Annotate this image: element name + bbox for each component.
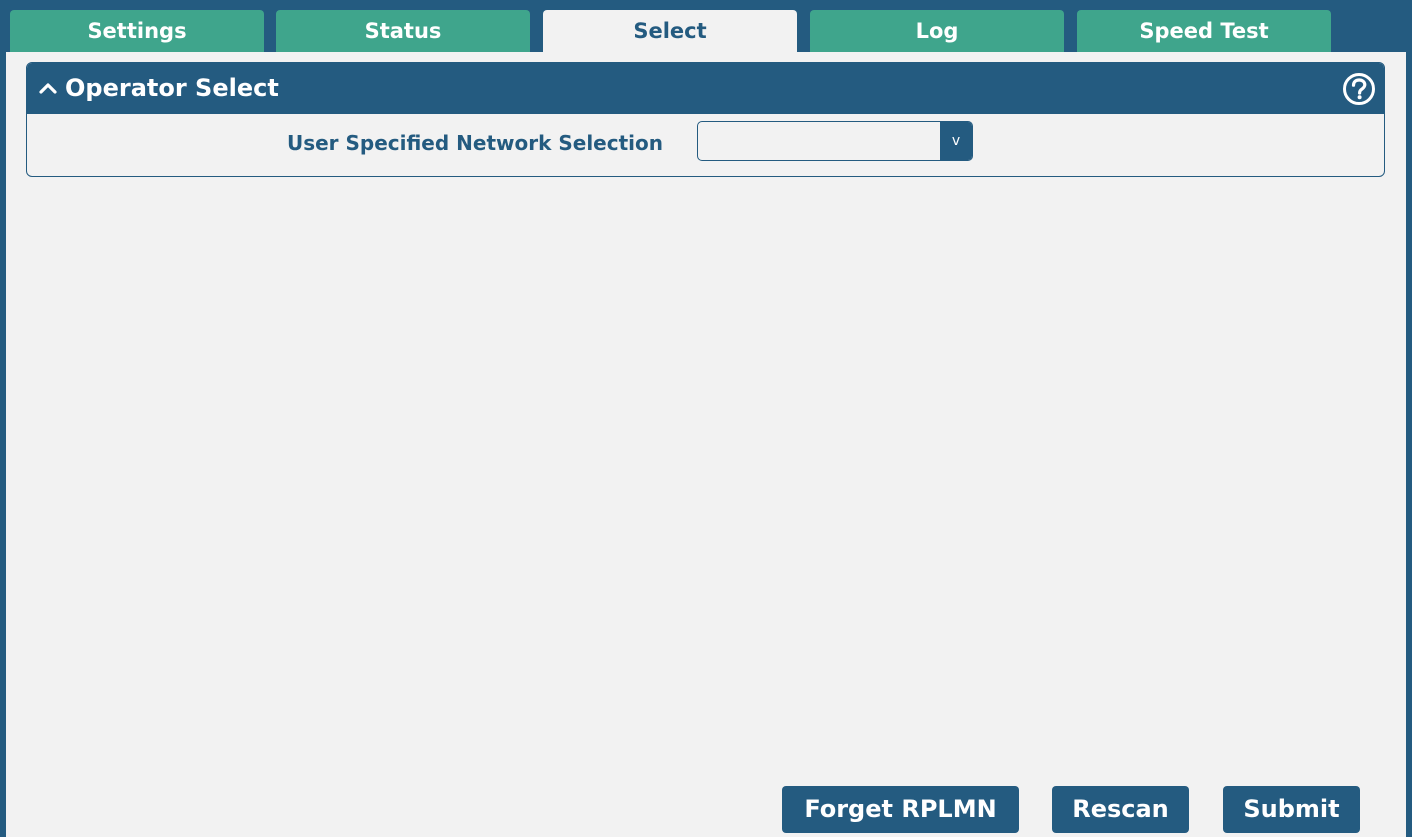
panel-collapse-toggle[interactable]: Operator Select (39, 63, 279, 114)
page-frame: Settings Status Select Log Speed Test Op… (0, 0, 1412, 837)
tab-select[interactable]: Select (543, 10, 797, 52)
forget-rplmn-button[interactable]: Forget RPLMN (782, 786, 1019, 833)
network-selection-label: User Specified Network Selection (286, 131, 663, 155)
chevron-up-icon (39, 63, 57, 113)
submit-button[interactable]: Submit (1223, 786, 1360, 833)
tab-log[interactable]: Log (810, 10, 1064, 52)
rescan-button[interactable]: Rescan (1052, 786, 1189, 833)
chevron-down-icon: v (940, 122, 972, 160)
panel-title: Operator Select (65, 74, 279, 102)
tab-status[interactable]: Status (276, 10, 530, 52)
question-circle-icon[interactable] (1342, 72, 1376, 106)
operator-select-panel: Operator Select User Specified Network S… (26, 62, 1385, 177)
tab-speed-test[interactable]: Speed Test (1077, 10, 1331, 52)
tab-settings[interactable]: Settings (10, 10, 264, 52)
tab-bar: Settings Status Select Log Speed Test (6, 0, 1406, 52)
panel-header: Operator Select (27, 63, 1384, 114)
network-selection-dropdown[interactable]: v (697, 121, 973, 161)
